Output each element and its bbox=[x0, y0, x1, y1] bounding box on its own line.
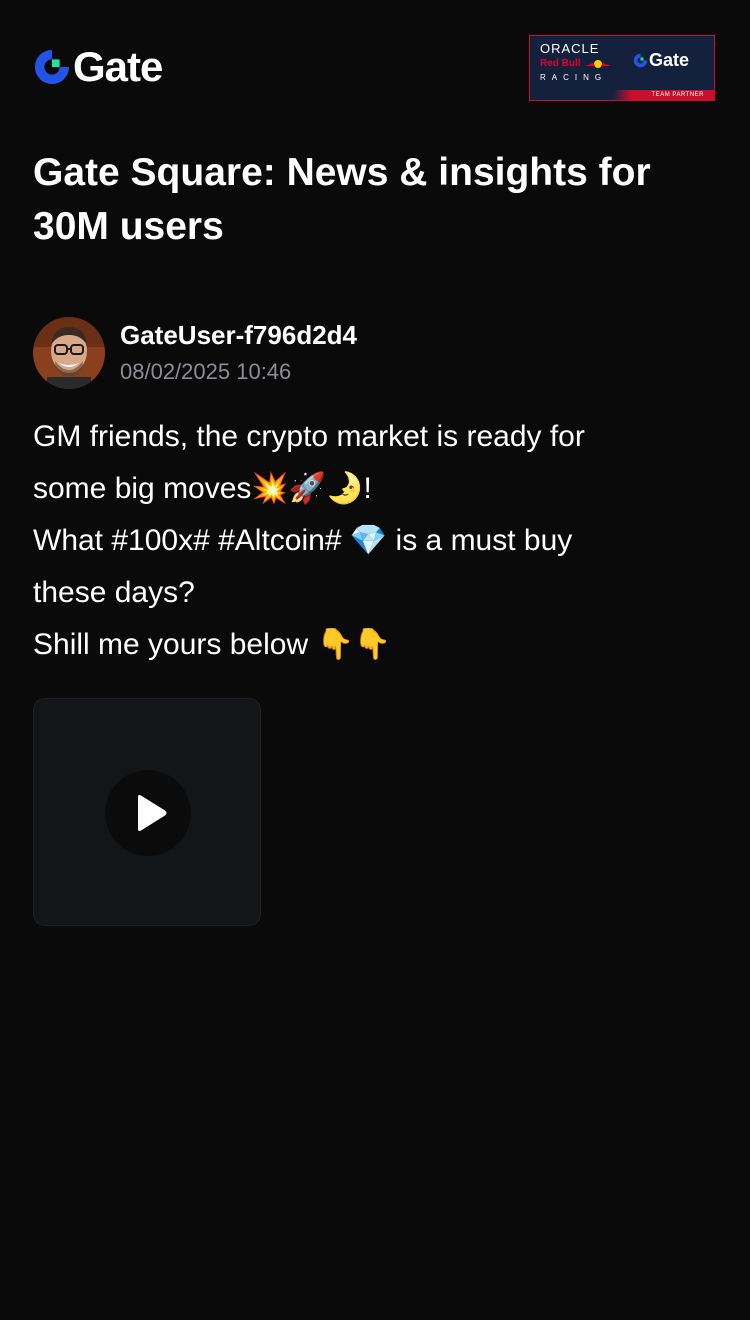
username[interactable]: GateUser-f796d2d4 bbox=[120, 319, 357, 351]
oracle-label: ORACLE bbox=[540, 41, 600, 56]
post-line: these days? bbox=[33, 576, 195, 609]
post-timestamp: 08/02/2025 10:46 bbox=[120, 359, 292, 384]
logo-text: Gate bbox=[73, 43, 163, 90]
post-line: Shill me yours below 👇👇 bbox=[33, 628, 392, 661]
post-line: some big moves💥🚀🌛! bbox=[33, 472, 372, 505]
redbull-label: Red Bull bbox=[540, 57, 618, 71]
avatar[interactable] bbox=[33, 317, 105, 389]
play-icon bbox=[137, 795, 166, 831]
post-line: What #100x# #Altcoin# 💎 is a must buy bbox=[33, 524, 573, 557]
video-thumbnail[interactable] bbox=[33, 698, 261, 926]
gate-logo-icon bbox=[34, 49, 70, 85]
header: Gate ORACLE Red Bull RACING Gate TEAM PA… bbox=[0, 0, 750, 140]
gate-logo-small-icon bbox=[633, 53, 648, 67]
racing-label: RACING bbox=[540, 73, 608, 82]
post: GateUser-f796d2d4 08/02/2025 10:46 GM fr… bbox=[33, 317, 723, 671]
partner-badge: ORACLE Red Bull RACING Gate TEAM PARTNER bbox=[529, 35, 715, 101]
partner-gate-text: Gate bbox=[649, 50, 690, 70]
page-title: Gate Square: News & insights for 30M use… bbox=[33, 151, 651, 248]
redbull-text: Red Bull bbox=[540, 58, 581, 69]
post-line: GM friends, the crypto market is ready f… bbox=[33, 420, 585, 453]
partner-strip-label: TEAM PARTNER bbox=[651, 92, 704, 98]
post-body: GM friends, the crypto market is ready f… bbox=[33, 411, 723, 671]
author-meta: GateUser-f796d2d4 08/02/2025 10:46 bbox=[120, 319, 357, 387]
redbull-racing-logo: ORACLE Red Bull RACING bbox=[540, 42, 618, 83]
bull-icon bbox=[584, 60, 611, 68]
play-button[interactable] bbox=[105, 770, 191, 856]
post-author[interactable]: GateUser-f796d2d4 08/02/2025 10:46 bbox=[33, 317, 723, 389]
gate-logo[interactable]: Gate bbox=[33, 43, 163, 90]
partner-gate-logo: Gate bbox=[633, 50, 689, 70]
